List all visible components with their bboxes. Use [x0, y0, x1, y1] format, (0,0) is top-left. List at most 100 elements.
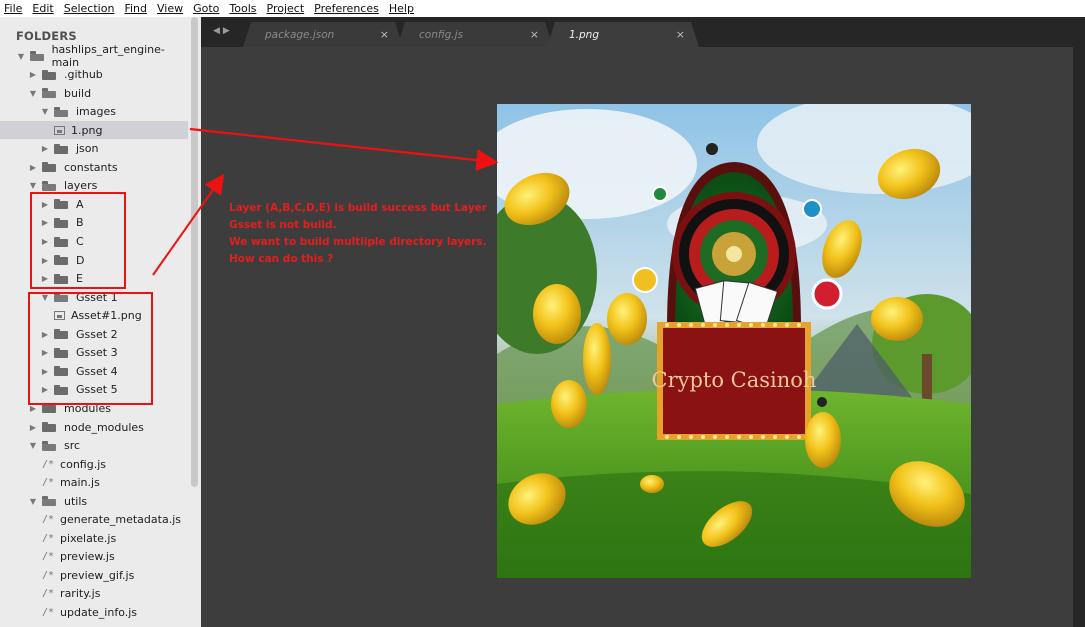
image-file-icon — [54, 125, 65, 135]
tree-item-label: images — [76, 105, 116, 119]
tree-item-label: pixelate.js — [60, 531, 117, 545]
tree-folder[interactable]: ▼ images — [0, 103, 190, 121]
disclosure-open-icon[interactable]: ▼ — [16, 52, 26, 61]
tree-item-label: update_info.js — [60, 606, 138, 619]
tab-nav-arrows-icon[interactable]: ◀▶ — [213, 26, 233, 36]
tree-item-label: utils — [64, 494, 88, 508]
menu-preferences[interactable]: Preferences — [309, 2, 384, 15]
tree-item-label: rarity.js — [60, 587, 101, 601]
highlight-box-layers-a-e — [30, 192, 126, 289]
tree-item-label: build — [64, 86, 92, 100]
tab-label: config.js — [419, 28, 464, 41]
minimap-strip — [1073, 47, 1085, 627]
tree-file[interactable]: /* pixelate.js — [0, 529, 190, 547]
code-file-icon: /* — [42, 477, 55, 489]
tree-file[interactable]: /* main.js — [0, 474, 190, 492]
disclosure-open-icon[interactable]: ▼ — [40, 107, 50, 116]
tree-item-label: 1.png — [71, 123, 103, 137]
disclosure-open-icon[interactable]: ▼ — [28, 181, 38, 190]
highlight-box-gsset — [28, 292, 153, 405]
annotation-line: How can do this ? — [229, 253, 334, 265]
folder-icon — [42, 69, 58, 80]
menu-tools[interactable]: Tools — [224, 2, 261, 15]
tree-item-label: src — [64, 439, 81, 453]
tree-folder[interactable]: ▶ constants — [0, 158, 190, 176]
tree-file[interactable]: /* preview.js — [0, 548, 190, 566]
code-file-icon: /* — [42, 514, 55, 526]
menu-view[interactable]: View — [152, 2, 188, 15]
menu-file[interactable]: File — [0, 2, 27, 15]
annotation-line: Gsset is not build. — [229, 219, 337, 231]
code-file-icon: /* — [42, 458, 55, 470]
menu-goto[interactable]: Goto — [188, 2, 224, 15]
tab-package-json[interactable]: package.json × — [243, 22, 403, 47]
disclosure-closed-icon[interactable]: ▶ — [28, 70, 38, 79]
tree-item-label: json — [76, 142, 99, 156]
code-file-icon: /* — [42, 607, 55, 618]
menu-bar: File Edit Selection Find View Goto Tools Projec… — [0, 0, 1085, 17]
close-icon[interactable]: × — [380, 28, 389, 41]
tree-item-label: preview.js — [60, 550, 115, 564]
disclosure-closed-icon[interactable]: ▶ — [28, 404, 38, 413]
folder-icon — [42, 422, 58, 432]
folder-icon — [42, 162, 58, 173]
code-file-icon: /* — [42, 551, 55, 563]
tree-item-label: layers — [64, 179, 98, 193]
tree-item-label: node_modules — [64, 420, 144, 434]
tree-folder[interactable]: ▼ hashlips_art_engine-main — [0, 43, 190, 69]
folder-open-icon — [54, 106, 70, 117]
menu-find[interactable]: Find — [119, 2, 152, 15]
code-file-icon: /* — [42, 569, 55, 581]
tree-file[interactable]: /* preview_gif.js — [0, 566, 190, 584]
tree-folder[interactable]: ▼ build — [0, 84, 190, 102]
tree-item-label: .github — [64, 68, 103, 82]
sidebar-header: FOLDERS — [16, 29, 77, 43]
code-file-icon: /* — [42, 588, 55, 600]
menu-help[interactable]: Help — [384, 2, 419, 15]
annotation-line: We want to build multiiple directory lay… — [229, 236, 487, 248]
menu-project[interactable]: Project — [262, 2, 310, 15]
close-icon[interactable]: × — [530, 28, 539, 41]
tab-1-png[interactable]: 1.png × — [547, 22, 699, 47]
tree-file[interactable]: /* config.js — [0, 455, 190, 473]
tree-folder[interactable]: ▼ src — [0, 437, 190, 455]
folder-open-icon — [42, 88, 58, 99]
tab-label: 1.png — [569, 28, 600, 41]
annotation-text: Layer (A,B,C,D,E) is build success but L… — [229, 200, 499, 268]
folder-open-icon — [29, 51, 46, 61]
folder-open-icon — [42, 496, 58, 507]
code-file-icon: /* — [42, 532, 55, 544]
tab-bar: ◀▶ package.json × config.js × 1.png × — [201, 17, 1085, 47]
tab-label: package.json — [265, 28, 335, 41]
disclosure-closed-icon[interactable]: ▶ — [28, 163, 38, 172]
folder-icon — [54, 143, 70, 154]
menu-edit[interactable]: Edit — [27, 2, 58, 15]
disclosure-closed-icon[interactable]: ▶ — [40, 144, 50, 153]
tree-folder[interactable]: ▶ .github — [0, 66, 190, 84]
close-icon[interactable]: × — [676, 28, 685, 41]
image-preview: Crypto Casinoh — [497, 104, 971, 578]
folder-open-icon — [42, 180, 58, 191]
menu-selection[interactable]: Selection — [59, 2, 120, 15]
tree-folder[interactable]: ▶ json — [0, 140, 190, 158]
tree-folder[interactable]: ▼ utils — [0, 492, 190, 510]
tree-file[interactable]: 1.png — [0, 121, 188, 140]
tree-item-label: config.js — [60, 457, 106, 471]
tab-config-js[interactable]: config.js × — [397, 22, 553, 47]
tree-item-label: generate_metadata.js — [60, 513, 181, 527]
sign-text: Crypto Casinoh — [652, 368, 817, 392]
tree-file[interactable]: /* rarity.js — [0, 585, 190, 603]
folder-open-icon — [42, 440, 58, 451]
annotation-line: Layer (A,B,C,D,E) is build success but L… — [229, 202, 487, 214]
disclosure-open-icon[interactable]: ▼ — [28, 441, 38, 450]
sidebar-scrollbar[interactable] — [191, 17, 198, 487]
tree-item-label: main.js — [60, 476, 100, 490]
tree-file[interactable]: /* generate_metadata.js — [0, 511, 190, 529]
disclosure-closed-icon[interactable]: ▶ — [28, 423, 38, 432]
tree-file[interactable]: /* update_info.js — [0, 604, 190, 622]
tree-item-label: constants — [64, 160, 118, 174]
tree-item-label: preview_gif.js — [60, 568, 135, 582]
tree-folder[interactable]: ▶ node_modules — [0, 418, 190, 436]
disclosure-open-icon[interactable]: ▼ — [28, 89, 38, 98]
disclosure-open-icon[interactable]: ▼ — [28, 497, 38, 506]
